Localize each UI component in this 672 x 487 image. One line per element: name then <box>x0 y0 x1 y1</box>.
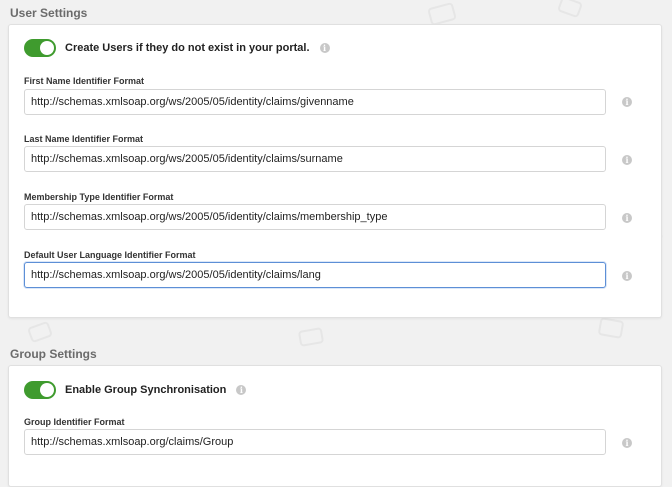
membership-type-label: Membership Type Identifier Format <box>24 192 174 202</box>
default-language-label: Default User Language Identifier Format <box>24 250 196 260</box>
user-settings-title: User Settings <box>10 6 88 20</box>
group-settings-card: Enable Group Synchronisation i Group Ide… <box>8 365 662 487</box>
info-icon[interactable]: i <box>236 385 247 395</box>
group-settings-title: Group Settings <box>10 347 97 361</box>
first-name-label: First Name Identifier Format <box>24 76 145 86</box>
info-icon[interactable]: i <box>622 271 632 281</box>
group-identifier-label: Group Identifier Format <box>24 417 125 427</box>
last-name-input[interactable] <box>24 146 606 172</box>
user-settings-card: Create Users if they do not exist in you… <box>8 24 662 318</box>
group-sync-toggle-label: Enable Group Synchronisation <box>65 384 227 396</box>
group-sync-toggle[interactable] <box>24 381 56 399</box>
info-icon[interactable]: i <box>622 97 632 107</box>
info-icon[interactable]: i <box>622 213 632 223</box>
info-icon[interactable]: i <box>622 155 632 165</box>
info-icon[interactable]: i <box>622 438 632 448</box>
first-name-input[interactable] <box>24 89 606 115</box>
create-users-toggle[interactable] <box>24 39 56 57</box>
default-language-input[interactable] <box>24 262 606 288</box>
toggle-knob <box>40 41 54 55</box>
group-identifier-input[interactable] <box>24 429 606 455</box>
info-icon[interactable]: i <box>319 43 330 53</box>
toggle-knob <box>40 383 54 397</box>
create-users-toggle-label: Create Users if they do not exist in you… <box>65 42 310 54</box>
create-users-toggle-row: Create Users if they do not exist in you… <box>24 38 330 58</box>
group-sync-toggle-row: Enable Group Synchronisation i <box>24 380 247 400</box>
last-name-label: Last Name Identifier Format <box>24 134 144 144</box>
membership-type-input[interactable] <box>24 204 606 230</box>
